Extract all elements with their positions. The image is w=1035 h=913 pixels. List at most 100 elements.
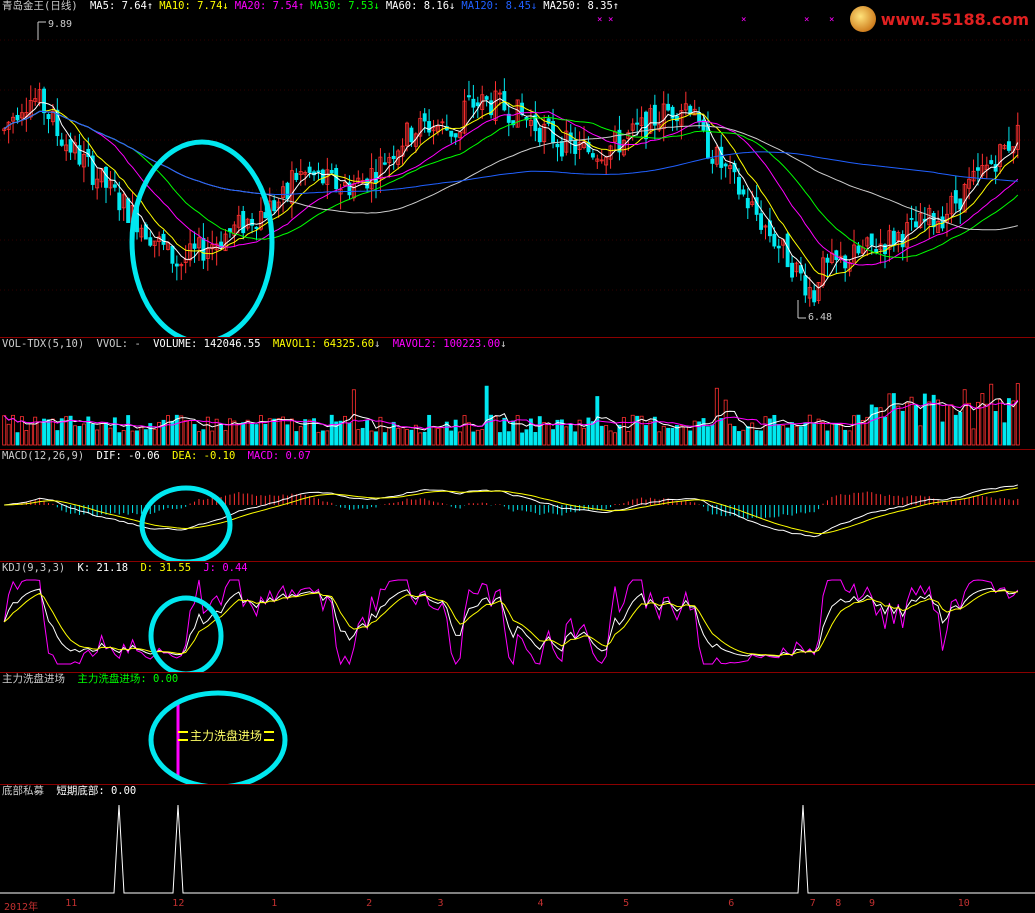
axis-tick-label: 8 xyxy=(835,898,842,909)
price-pane[interactable]: 9.89 6.48 × × × × × 青岛金王(日线) MA5: 7.64↑ MA10: 7… xyxy=(0,0,1035,337)
volume-bar xyxy=(95,429,100,446)
candle-body xyxy=(869,233,874,246)
d-line xyxy=(3,590,1018,657)
bottom-indicator-name: 底部私募 xyxy=(2,785,44,797)
volume-bar xyxy=(564,426,569,446)
price-chart[interactable]: 9.89 6.48 × × × × × xyxy=(0,0,1035,337)
volume-bar xyxy=(754,430,759,446)
bottom-pane[interactable]: 底部私募 短期底部: 0.00 xyxy=(0,785,1035,896)
kdj-pane[interactable]: KDJ(9,3,3) K: 21.18 D: 31.55 J: 0.44 xyxy=(0,562,1035,672)
volume-bar xyxy=(37,421,42,446)
watermark-logo: www.55188.com xyxy=(849,6,1029,32)
volume-pane[interactable]: VOL-TDX(5,10) VVOL: - VOLUME: 142046.55 … xyxy=(0,338,1035,449)
candle-body xyxy=(745,197,750,209)
candle-body xyxy=(555,143,560,148)
volume-bar xyxy=(28,423,33,446)
candle-body xyxy=(976,167,980,171)
volume-bar xyxy=(604,424,609,446)
volume-bar xyxy=(90,423,95,446)
macd-chart[interactable] xyxy=(0,450,1035,561)
volume-bar xyxy=(325,430,330,446)
volume-bar xyxy=(245,419,250,446)
volume-bar xyxy=(365,420,370,446)
volume-bar xyxy=(263,423,268,446)
bottom-signal-line xyxy=(0,804,1035,894)
candle-body xyxy=(803,275,808,296)
candle-body xyxy=(914,221,918,228)
volume-bar xyxy=(834,423,839,446)
volume-bar xyxy=(856,414,861,446)
volume-bar xyxy=(767,418,772,446)
candle-body xyxy=(776,245,781,249)
ma-item-1: MA10: 7.74↓ xyxy=(159,0,229,12)
volume-bar xyxy=(905,402,910,446)
dif-line xyxy=(4,484,1018,538)
macd-pane[interactable]: MACD(12,26,9) DIF: -0.06 DEA: -0.10 MACD… xyxy=(0,450,1035,561)
volume-bar xyxy=(166,415,170,446)
ma-item-0: MA5: 7.64↑ xyxy=(89,0,154,12)
volume-bar xyxy=(608,430,613,446)
volume-bar xyxy=(896,405,901,446)
low-price-label: 6.48 xyxy=(808,312,832,323)
volume-bar xyxy=(143,429,148,446)
volume-bar xyxy=(621,417,626,446)
volume-bar xyxy=(73,425,77,446)
volume-bar xyxy=(197,431,201,446)
candle-body xyxy=(117,192,122,211)
candle-body xyxy=(374,171,378,183)
ma-item-6: MA250: 8.35↑ xyxy=(543,0,620,12)
volume-bar xyxy=(590,421,595,446)
kdj-header: KDJ(9,3,3) K: 21.18 D: 31.55 J: 0.44 xyxy=(2,562,254,575)
candle-body xyxy=(989,160,994,164)
volume-bar xyxy=(471,431,476,446)
volume-bar xyxy=(1002,422,1007,446)
wash-chart[interactable] xyxy=(0,673,1035,784)
stock-title: 青岛金王(日线) xyxy=(2,0,78,12)
volume-bar xyxy=(409,429,414,446)
candle-body xyxy=(471,98,476,108)
volume-bar xyxy=(843,429,848,446)
volume-bar xyxy=(936,399,941,446)
volume-bar xyxy=(458,431,463,446)
volume-bar xyxy=(374,431,378,446)
volume-bar xyxy=(201,429,206,446)
candle-body xyxy=(785,233,790,268)
volume-bar xyxy=(657,431,662,446)
candle-body xyxy=(241,210,246,234)
volume-bar xyxy=(599,425,604,446)
candle-body xyxy=(422,113,427,122)
volume-bar xyxy=(679,425,684,446)
volume-bar xyxy=(781,425,786,446)
volume-bar xyxy=(918,425,923,446)
volume-bar xyxy=(829,423,834,446)
volume-bar xyxy=(15,432,20,446)
volume-bar xyxy=(962,389,967,446)
volume-bar xyxy=(121,429,126,446)
volume-bar xyxy=(891,393,896,446)
candle-body xyxy=(931,213,936,228)
volume-bar xyxy=(294,431,299,446)
candle-body xyxy=(812,290,817,303)
candle-body xyxy=(104,166,108,188)
candle-body xyxy=(170,245,175,264)
volume-bar xyxy=(241,422,246,446)
volume-bar xyxy=(227,418,232,446)
kdj-chart[interactable] xyxy=(0,562,1035,672)
volume-bar xyxy=(745,426,750,446)
volume-bar xyxy=(267,418,272,446)
candle-body xyxy=(590,153,595,158)
volume-bar xyxy=(900,410,905,446)
marker-x: × xyxy=(597,15,602,25)
bottom-chart[interactable] xyxy=(0,785,1035,896)
volume-chart[interactable] xyxy=(0,338,1035,449)
axis-tick-label: 2012年 xyxy=(4,902,39,913)
volume-bar xyxy=(223,430,228,446)
volume-bar xyxy=(24,430,29,446)
candle-body xyxy=(161,233,166,245)
volume-bar xyxy=(152,428,157,446)
volume-bar xyxy=(984,403,989,446)
volume-bar xyxy=(444,421,449,446)
axis-tick-label: 12 xyxy=(172,898,185,909)
candle-body xyxy=(537,127,542,143)
wash-pane[interactable]: 主力洗盘进场 主力洗盘进场: 0.00 主力洗盘进场 xyxy=(0,673,1035,784)
